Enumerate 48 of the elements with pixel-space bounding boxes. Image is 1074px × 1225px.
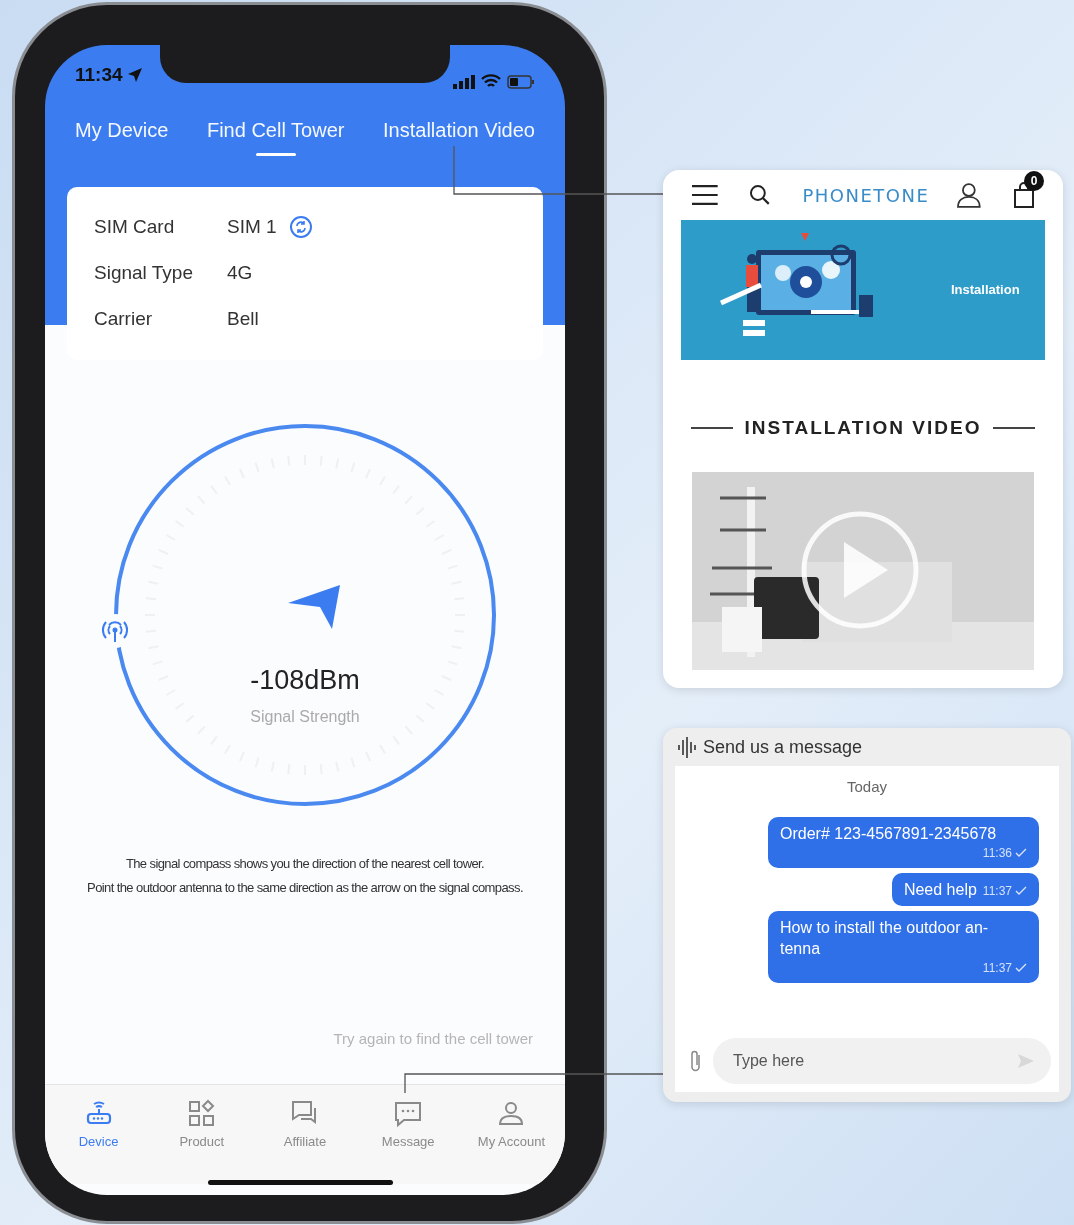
play-button[interactable] [800, 510, 920, 630]
instruction-text: Point the outdoor antenna to the same direction as the arrow on the signal compass. [87, 879, 523, 897]
date-label: Today [847, 777, 887, 797]
check-icon [1015, 885, 1027, 896]
battery-icon [507, 74, 535, 89]
info-value: 4G [227, 260, 253, 285]
message-text: How to install the outdoor an-tenna [780, 917, 990, 959]
voice-wave-icon [677, 736, 697, 758]
retry-link[interactable]: Try again to find the cell tower [333, 1028, 533, 1051]
signal-caption: Signal Strength [249, 707, 361, 727]
message-text: Order# 123-4567891-2345678 [780, 823, 998, 844]
tab[interactable]: Installation Video [383, 117, 535, 161]
nav-tab[interactable]: Message [356, 1097, 460, 1184]
tab[interactable]: Find Cell Tower [206, 117, 345, 161]
menu-icon[interactable] [691, 184, 719, 206]
check-icon [1015, 847, 1027, 858]
location-arrow-icon [126, 66, 143, 83]
user-icon[interactable] [957, 182, 981, 208]
section-title: INSTALLATION VIDEO [744, 415, 982, 440]
banner-title: Installation [951, 281, 1020, 300]
check-icon [1015, 962, 1027, 973]
switch-sim-icon[interactable] [288, 215, 313, 239]
info-label: Carrier [94, 306, 154, 331]
signal-bars-icon [453, 74, 475, 89]
tab[interactable]: My Device [75, 117, 169, 161]
info-label: Signal Type [94, 260, 194, 285]
info-value: Bell [227, 306, 259, 331]
nav-tab[interactable]: Device [47, 1097, 151, 1184]
status-time: 11:34 [75, 62, 123, 87]
cart-count-badge: 0 [1024, 171, 1044, 191]
chat-title: Send us a message [703, 735, 863, 759]
message-time: 11:36 [982, 844, 1012, 862]
search-icon[interactable] [748, 184, 771, 206]
message-time: 11:37 [982, 959, 1012, 977]
paperclip-icon[interactable] [689, 1049, 703, 1073]
message-text: Need help [903, 879, 977, 900]
site-logo[interactable]: PHONETONE [802, 181, 930, 209]
wifi-icon [481, 74, 501, 89]
info-value: SIM 1 [227, 214, 277, 239]
instruction-text: The signal compass shows you the direction of the nearest cell tower. [125, 855, 485, 873]
message-time: 11:37 [982, 882, 1012, 900]
message-input[interactable]: Type here [713, 1038, 1051, 1084]
nav-tab[interactable]: My Account [459, 1097, 563, 1184]
signal-reading: -108dBm [249, 664, 361, 697]
direction-arrow-icon [288, 585, 340, 629]
info-label: SIM Card [94, 214, 176, 239]
nav-tab[interactable]: Affiliate [253, 1097, 357, 1184]
nav-tab[interactable]: Product [150, 1097, 254, 1184]
